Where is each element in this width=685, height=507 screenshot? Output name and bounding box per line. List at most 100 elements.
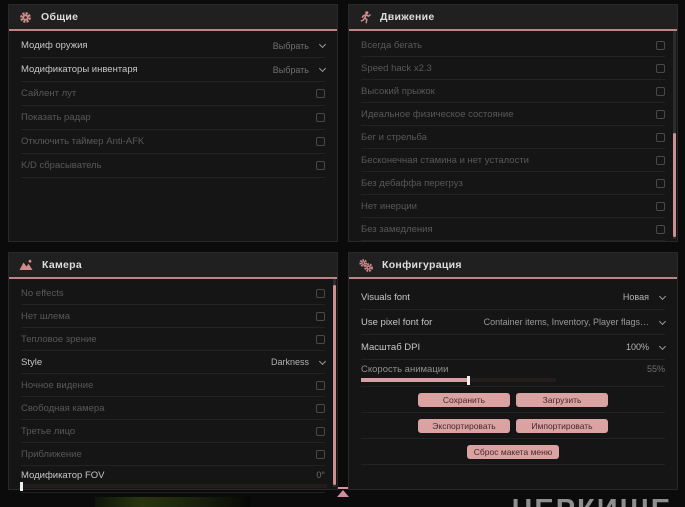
row-label: Нет инерции [361,200,417,212]
speed-hack-checkbox[interactable] [656,63,665,73]
row-label: Тепловое зрение [21,333,97,345]
row-fov-modifier: Модификатор FOV 0° [20,466,327,493]
panel-config-header[interactable]: Конфигурация [349,253,677,279]
row-label: Нет шлема [21,310,71,322]
image-mountains-icon [19,259,33,271]
no-effects-checkbox[interactable] [316,288,325,298]
row-animation-speed: Скорость анимации 55% [361,360,665,387]
row-label: Бесконечная стамина и нет усталости [361,154,529,166]
row-kd-reset: K/D сбрасыватель [21,154,325,178]
row-label: Visuals font [361,291,410,303]
panel-movement-header[interactable]: Движение [349,5,677,31]
high-jump-checkbox[interactable] [656,86,665,96]
fov-value: 0° [316,470,325,480]
row-label: Style [21,356,43,368]
infinite-stamina-checkbox[interactable] [656,155,665,165]
panel-title: Камера [42,259,83,271]
row-style: Style Darkness [21,351,327,374]
pixel-font-dropdown[interactable]: Container items, Inventory, Player flags… [483,317,667,327]
background-game-strip [95,497,250,507]
reset-menu-layout-button[interactable]: Сброс макета меню [467,444,559,459]
row-pixel-font: Use pixel font for Container items, Inve… [361,310,667,335]
row-night-vision: Ночное видение [21,374,325,397]
movement-scrollbar-thumb[interactable] [673,133,676,237]
panel-title: Общие [41,11,79,23]
animation-speed-slider[interactable] [361,375,556,385]
dropdown-value: Container items, Inventory, Player flags… [483,317,649,327]
no-overload-debuff-checkbox[interactable] [656,178,665,188]
row-speed-hack: Speed hack x2.3 [361,57,665,80]
button-row-reset: Сброс макета меню [361,439,665,465]
slider-fill [361,378,469,382]
always-run-checkbox[interactable] [656,40,665,50]
dropdown-value: Выбрать [272,40,309,51]
row-third-person: Третье лицо [21,420,325,443]
anti-afk-checkbox[interactable] [316,137,325,146]
row-zoom: Приближение [21,443,325,466]
panel-camera: Камера No effects Нет шлема Тепловое зре… [8,252,338,493]
row-label: Сайлент лут [21,88,77,99]
panel-camera-header[interactable]: Камера [9,253,337,279]
row-label: Speed hack x2.3 [361,62,432,74]
save-button[interactable]: Сохранить [418,392,510,407]
fov-slider[interactable] [20,481,327,491]
dropdown-value: Новая [622,292,649,302]
no-helmet-checkbox[interactable] [316,311,325,321]
free-camera-checkbox[interactable] [316,403,325,413]
inventory-mods-dropdown[interactable]: Выбрать [273,65,327,75]
row-infinite-stamina: Бесконечная стамина и нет усталости [361,149,665,172]
panel-title: Движение [380,11,435,23]
export-button[interactable]: Экспортировать [418,418,510,433]
row-label: Без замедления [361,223,433,235]
night-vision-checkbox[interactable] [316,380,325,390]
style-dropdown[interactable]: Darkness [270,357,327,367]
row-run-and-shoot: Бег и стрельба [361,126,665,149]
dropdown-value: Darkness [270,357,309,367]
weapon-mod-dropdown[interactable]: Выбрать [272,40,327,51]
no-inertia-checkbox[interactable] [656,201,665,211]
row-label: Скорость анимации [361,363,449,375]
perfect-condition-checkbox[interactable] [656,109,665,119]
row-label: Модификаторы инвентаря [21,64,138,75]
chevron-down-icon [658,342,667,350]
row-label: Отключить таймер Anti-AFK [21,136,145,147]
dpi-scale-dropdown[interactable]: 100% [625,342,667,352]
row-label: Масштаб DPI [361,341,421,353]
zoom-checkbox[interactable] [316,449,325,459]
row-dpi-scale: Масштаб DPI 100% [361,335,667,360]
run-and-shoot-checkbox[interactable] [656,132,665,142]
cursor-triangle [337,489,349,497]
cursor-icon [336,487,350,497]
dropdown-value: 100% [625,342,649,352]
row-no-overload-debuff: Без дебаффа перегруз [361,172,665,195]
row-no-helmet: Нет шлема [21,305,325,328]
panel-general: Общие Модиф оружия Выбрать Модификаторы … [8,4,338,242]
watermark-text: ЧЕРКИШЕ [512,494,672,507]
panel-movement: Движение Всегда бегать Speed hack x2.3 В… [348,4,678,242]
row-inventory-mods: Модификаторы инвентаря Выбрать [21,58,327,82]
panel-config: Конфигурация Visuals font Новая Use pixe… [348,252,678,490]
row-label: Модификатор FOV [21,469,105,481]
camera-scrollbar-thumb[interactable] [333,285,336,485]
kd-reset-checkbox[interactable] [316,161,325,170]
no-slowdown-checkbox[interactable] [656,224,665,234]
chevron-down-icon [658,292,667,300]
gears-icon [359,258,373,272]
row-label: Свободная камера [21,402,105,414]
row-no-slowdown: Без замедления [361,218,665,241]
chevron-down-icon [318,357,327,365]
row-label: Без дебаффа перегруз [361,177,463,189]
load-button[interactable]: Загрузить [516,392,608,407]
animation-speed-value: 55% [646,364,665,374]
thermal-vision-checkbox[interactable] [316,334,325,344]
third-person-checkbox[interactable] [316,426,325,436]
slider-handle[interactable] [20,481,23,491]
slider-handle[interactable] [467,375,471,385]
panel-general-header[interactable]: Общие [9,5,337,31]
visuals-font-dropdown[interactable]: Новая [622,292,667,302]
panel-title: Конфигурация [382,259,462,271]
silent-loot-checkbox[interactable] [316,89,325,98]
show-radar-checkbox[interactable] [316,113,325,122]
row-label: Третье лицо [21,425,76,437]
import-button[interactable]: Импортировать [516,418,608,433]
